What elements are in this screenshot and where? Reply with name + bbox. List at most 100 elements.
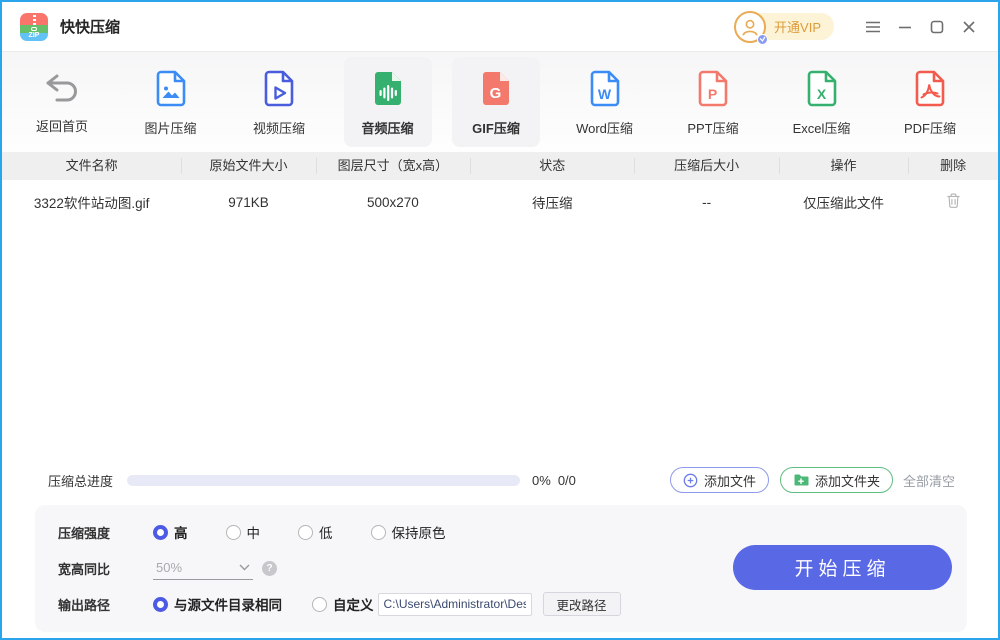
progress-bar bbox=[127, 474, 521, 486]
radio-unselected-icon bbox=[225, 524, 241, 540]
table-row: 3322软件站动图.gif 971KB 500x270 待压缩 -- 仅压缩此文… bbox=[2, 180, 998, 224]
cell-dimensions: 500x270 bbox=[367, 194, 419, 210]
radio-unselected-icon bbox=[312, 596, 327, 612]
word-compress-tab[interactable]: W Word压缩 bbox=[561, 57, 649, 147]
start-compress-button[interactable]: 开始压缩 bbox=[733, 545, 952, 590]
tool-label: 返回首页 bbox=[35, 119, 88, 134]
custom-path-input[interactable] bbox=[377, 592, 532, 616]
output-path-label: 输出路径 bbox=[58, 597, 111, 613]
col-delete: 删除 bbox=[908, 152, 998, 180]
add-file-button[interactable]: 添加文件 bbox=[669, 467, 769, 493]
cell-original-size: 971KB bbox=[228, 194, 269, 210]
word-file-icon: W bbox=[590, 70, 619, 107]
output-option-custom[interactable]: 自定义 bbox=[312, 594, 374, 614]
tool-label: 图片压缩 bbox=[144, 121, 197, 136]
app-window: ZIP 快快压缩 开通VIP 返回首页 图片压缩 视频压缩 音频压缩 G GIF… bbox=[0, 0, 1000, 640]
excel-file-icon: X bbox=[807, 70, 836, 107]
window-controls bbox=[860, 14, 982, 40]
strength-option-high[interactable]: 高 bbox=[153, 522, 188, 542]
close-icon bbox=[963, 20, 975, 33]
change-path-button[interactable]: 更改路径 bbox=[542, 592, 621, 616]
back-arrow-icon bbox=[46, 74, 77, 102]
tool-label: PDF压缩 bbox=[903, 121, 956, 136]
svg-text:W: W bbox=[597, 86, 611, 102]
settings-panel: 压缩强度 高 中 低 保持原色 宽高同比 50% ? 输出路径 与源文件目录相同… bbox=[35, 505, 967, 632]
cell-file-name: 3322软件站动图.gif bbox=[33, 196, 150, 211]
toolbar: 返回首页 图片压缩 视频压缩 音频压缩 G GIF压缩 W Word压缩 P P… bbox=[2, 52, 998, 152]
gif-file-icon: G bbox=[483, 72, 509, 105]
col-compressed-size: 压缩后大小 bbox=[634, 152, 778, 180]
gif-compress-tab[interactable]: G GIF压缩 bbox=[452, 57, 540, 147]
video-file-icon bbox=[264, 70, 294, 107]
radio-selected-icon bbox=[153, 524, 168, 540]
ppt-file-icon: P bbox=[698, 70, 728, 107]
tool-label: PPT压缩 bbox=[687, 121, 739, 136]
file-table-header: 文件名称 原始文件大小 图层尺寸（宽x高） 状态 压缩后大小 操作 删除 bbox=[2, 152, 998, 180]
trash-icon bbox=[947, 193, 960, 208]
maximize-button[interactable] bbox=[924, 14, 950, 40]
audio-compress-tab[interactable]: 音频压缩 bbox=[343, 57, 432, 147]
tool-label: 音频压缩 bbox=[361, 121, 414, 136]
tool-label: 视频压缩 bbox=[252, 121, 305, 136]
person-icon bbox=[742, 19, 758, 36]
col-action: 操作 bbox=[778, 152, 908, 180]
radio-unselected-icon bbox=[370, 524, 386, 540]
app-logo-text: ZIP bbox=[28, 31, 40, 39]
file-list-empty-area bbox=[2, 224, 998, 463]
col-original-size: 原始文件大小 bbox=[181, 152, 315, 180]
pdf-file-icon bbox=[915, 70, 945, 107]
title-bar: ZIP 快快压缩 开通VIP bbox=[2, 2, 998, 52]
add-circle-icon bbox=[683, 473, 698, 487]
tool-label: GIF压缩 bbox=[472, 121, 520, 136]
strength-label: 压缩强度 bbox=[58, 525, 111, 541]
user-avatar[interactable] bbox=[734, 10, 769, 45]
compress-this-file-button[interactable]: 仅压缩此文件 bbox=[779, 192, 908, 212]
minimize-button[interactable] bbox=[892, 14, 918, 40]
strength-option-medium[interactable]: 中 bbox=[225, 522, 260, 542]
add-folder-icon bbox=[794, 474, 809, 486]
radio-selected-icon bbox=[153, 596, 168, 612]
output-option-same-dir[interactable]: 与源文件目录相同 bbox=[153, 594, 282, 614]
ratio-value: 50% bbox=[156, 560, 183, 575]
chevron-down-icon bbox=[239, 564, 250, 571]
tool-label: Word压缩 bbox=[576, 121, 633, 136]
open-vip-button[interactable]: 开通VIP bbox=[758, 13, 834, 40]
ratio-select[interactable]: 50% bbox=[153, 556, 253, 580]
strength-row: 压缩强度 高 中 低 保持原色 bbox=[58, 519, 967, 545]
col-file-name: 文件名称 bbox=[65, 158, 118, 173]
progress-text: 0% 0/0 bbox=[532, 472, 576, 488]
progress-label: 压缩总进度 bbox=[48, 473, 114, 489]
cell-compressed-size: -- bbox=[702, 194, 712, 210]
strength-option-low[interactable]: 低 bbox=[298, 522, 333, 542]
excel-compress-tab[interactable]: X Excel压缩 bbox=[778, 57, 866, 147]
audio-file-icon bbox=[374, 72, 401, 105]
hamburger-icon bbox=[866, 21, 880, 32]
output-path-row: 输出路径 与源文件目录相同 自定义 更改路径 bbox=[58, 591, 967, 617]
cell-status: 待压缩 bbox=[532, 196, 573, 211]
app-logo-icon: ZIP bbox=[20, 12, 48, 41]
pdf-compress-tab[interactable]: PDF压缩 bbox=[886, 57, 974, 147]
clear-all-button[interactable]: 全部清空 bbox=[903, 471, 955, 490]
add-folder-button[interactable]: 添加文件夹 bbox=[779, 467, 893, 493]
radio-unselected-icon bbox=[298, 524, 313, 540]
svg-text:X: X bbox=[816, 86, 826, 102]
svg-text:G: G bbox=[490, 85, 502, 102]
image-compress-tab[interactable]: 图片压缩 bbox=[127, 57, 215, 147]
delete-file-button[interactable] bbox=[946, 192, 961, 209]
vip-check-badge-icon bbox=[757, 33, 769, 45]
progress-row: 压缩总进度 0% 0/0 添加文件 添加文件夹 全部清空 bbox=[2, 463, 998, 497]
menu-button[interactable] bbox=[860, 14, 886, 40]
image-file-icon bbox=[156, 70, 185, 107]
col-status: 状态 bbox=[470, 152, 634, 180]
ppt-compress-tab[interactable]: P PPT压缩 bbox=[669, 57, 757, 147]
window-title: 快快压缩 bbox=[60, 19, 121, 36]
close-button[interactable] bbox=[956, 14, 982, 40]
col-dimensions: 图层尺寸（宽x高） bbox=[315, 152, 470, 180]
ratio-label: 宽高同比 bbox=[58, 561, 111, 577]
help-icon[interactable]: ? bbox=[262, 560, 277, 576]
tool-label: Excel压缩 bbox=[792, 121, 851, 136]
back-home-button[interactable]: 返回首页 bbox=[18, 57, 106, 147]
minimize-icon bbox=[899, 26, 911, 28]
strength-option-keep-color[interactable]: 保持原色 bbox=[370, 522, 446, 542]
video-compress-tab[interactable]: 视频压缩 bbox=[235, 57, 323, 147]
